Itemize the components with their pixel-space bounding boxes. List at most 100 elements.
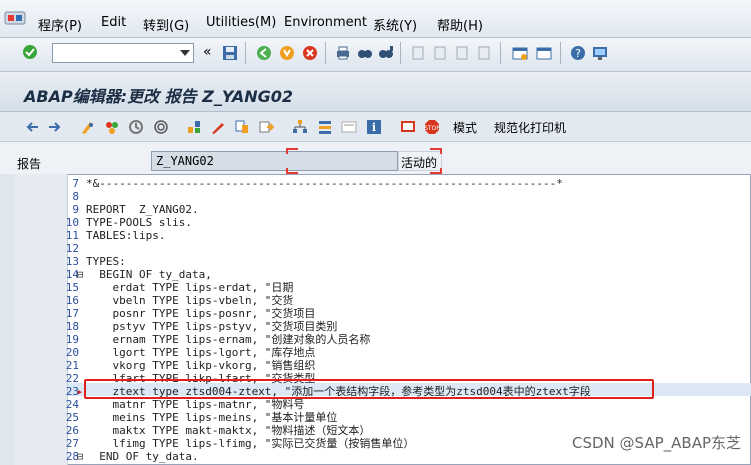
menu-bar: 程序(P) Edit 转到(G) Utilities(M) Environmen… [0,0,751,38]
customize-layout-icon[interactable] [592,45,608,61]
test-icon[interactable] [153,119,169,135]
line-number: 15 [65,281,79,294]
chevron-down-icon[interactable] [180,50,190,56]
title-bar: ABAP编辑器:更改 报告 Z_YANG02 [0,72,751,112]
code-text: maktx TYPE makt-maktx, "物料描述（短文本） [86,424,371,437]
line-number: 11 [65,229,79,242]
line-number: 8 [72,190,79,203]
code-line[interactable]: 25 meins TYPE lips-meins, "基本计量单位 [15,411,751,424]
collapse-block-icon[interactable]: ⊟ [75,450,85,463]
where-used-icon[interactable] [186,119,202,135]
object-list-icon[interactable] [234,119,250,135]
red-highlight-box [84,379,654,399]
pattern-icon[interactable] [341,119,357,135]
back-arrow-icon[interactable] [24,119,40,135]
previous-page-icon[interactable] [432,45,448,61]
svg-text:?: ? [575,47,581,60]
pretty-printer-button[interactable]: 规范化打印机 [494,119,566,136]
line-number: 24 [65,398,79,411]
menu-help[interactable]: 帮助(H) [437,15,483,34]
code-text: REPORT Z_YANG02. [86,203,199,216]
line-number: 17 [65,307,79,320]
line-number: 18 [65,320,79,333]
activate-icon[interactable] [128,119,144,135]
cancel-icon[interactable] [302,45,318,61]
code-text: vkorg TYPE likp-vkorg, "销售组织 [86,359,316,372]
toolbar-separator [500,42,501,64]
code-text: END OF ty_data. [86,450,199,463]
code-line[interactable]: 24 matnr TYPE lips-matnr, "物料号 [15,398,751,411]
stop-icon[interactable]: STOP [424,119,440,135]
info-icon[interactable]: i [366,119,382,135]
next-page-icon[interactable] [454,45,470,61]
report-label: 报告 [17,157,42,171]
line-number: 13 [65,255,79,268]
command-field[interactable] [52,43,194,63]
set-breakpoint-icon[interactable] [400,119,416,135]
code-line[interactable]: 19 ernam TYPE lips-ernam, "创建对象的人员名称 [15,333,751,346]
code-text: TYPE-POOLS slis. [86,216,192,229]
line-number: 12 [65,242,79,255]
line-number: 16 [65,294,79,307]
collapse-icon[interactable]: « [203,44,212,60]
code-text: vbeln TYPE lips-vbeln, "交货 [86,294,294,307]
create-session-icon[interactable] [512,45,528,61]
collapse-block-icon[interactable]: ⊟ [75,268,85,281]
code-line[interactable]: 15 erdat TYPE lips-erdat, "日期 [15,281,751,294]
shortcut-icon[interactable] [536,45,552,61]
program-name-field[interactable]: Z_YANG02 [151,151,398,171]
exit-icon[interactable] [279,45,295,61]
find-icon[interactable] [357,45,373,61]
first-page-icon[interactable] [410,45,426,61]
code-line[interactable]: 14 ⊟ BEGIN OF ty_data, [15,268,751,281]
code-text: TYPES: [86,255,126,268]
inactive-objects-icon[interactable] [317,119,333,135]
code-line[interactable]: 13 TYPES: [15,255,751,268]
code-line[interactable]: 9 REPORT Z_YANG02. [15,203,751,216]
enter-icon[interactable] [22,44,38,60]
hierarchy-icon[interactable] [292,119,308,135]
code-text: BEGIN OF ty_data, [86,268,212,281]
code-line[interactable]: 12 [15,242,751,255]
red-bracket-tr [430,148,442,154]
forward-arrow-icon[interactable] [47,119,63,135]
mode-button[interactable]: 模式 [453,119,477,136]
code-text: matnr TYPE lips-matnr, "物料号 [86,398,305,411]
code-line[interactable]: 7 *&-------------------------------------… [15,177,751,190]
save-icon[interactable] [222,45,238,61]
code-line[interactable]: 17 posnr TYPE lips-posnr, "交货项目 [15,307,751,320]
svg-text:i: i [372,121,376,134]
last-page-icon[interactable] [476,45,492,61]
code-line[interactable]: 11 TABLES:lips. [15,229,751,242]
menu-goto[interactable]: 转到(G) [143,15,189,34]
code-line[interactable]: 10 TYPE-POOLS slis. [15,216,751,229]
code-text: erdat TYPE lips-erdat, "日期 [86,281,294,294]
back-icon[interactable] [256,45,272,61]
code-line[interactable]: 16 vbeln TYPE lips-vbeln, "交货 [15,294,751,307]
pencil-icon[interactable] [210,119,226,135]
code-line[interactable]: 20 lgort TYPE lips-lgort, "库存地点 [15,346,751,359]
code-line[interactable]: 8 [15,190,751,203]
menu-program[interactable]: 程序(P) [38,15,82,34]
help-icon[interactable]: ? [570,45,586,61]
code-text: pstyv TYPE lips-pstyv, "交货项目类别 [86,320,338,333]
print-icon[interactable] [335,45,351,61]
code-line[interactable]: 18 pstyv TYPE lips-pstyv, "交货项目类别 [15,320,751,333]
display-change-icon[interactable] [80,119,96,135]
code-text: posnr TYPE lips-posnr, "交货项目 [86,307,316,320]
menu-system[interactable]: 系统(Y) [373,15,417,34]
menu-edit[interactable]: Edit [101,15,126,30]
code-text: meins TYPE lips-meins, "基本计量单位 [86,411,338,424]
code-text: lgort TYPE lips-lgort, "库存地点 [86,346,316,359]
menu-environment[interactable]: Environment [284,15,367,30]
svg-text:STOP: STOP [424,125,440,132]
line-number: 7 [72,177,79,190]
menu-utilities[interactable]: Utilities(M) [206,15,276,30]
check-syntax-icon[interactable] [104,119,120,135]
find-next-icon[interactable] [378,45,394,61]
line-number: 22 [65,372,79,385]
sap-menu-icon[interactable] [4,10,26,26]
navigation-window-icon[interactable] [258,119,274,135]
code-line[interactable]: 21 vkorg TYPE likp-vkorg, "销售组织 [15,359,751,372]
red-bracket-tl [286,148,298,154]
